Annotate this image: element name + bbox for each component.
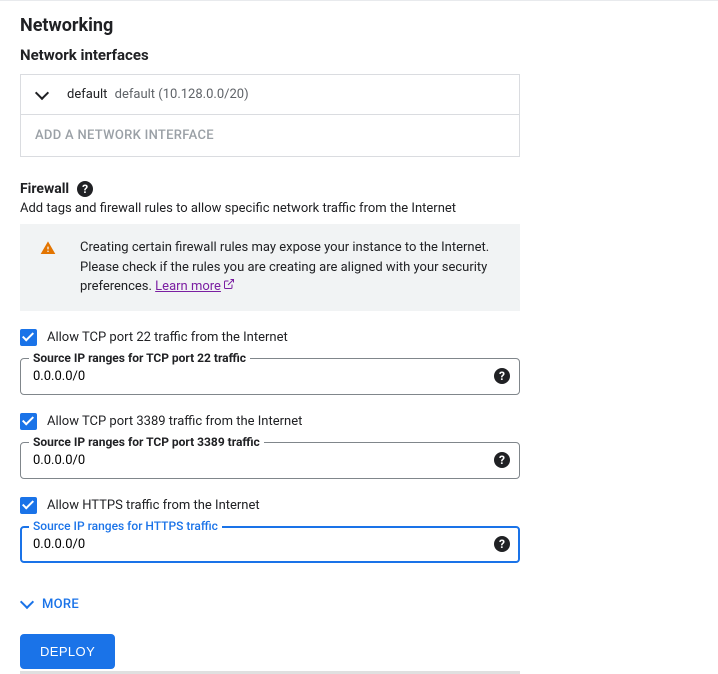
source-ip-https-label: Source IP ranges for HTTPS traffic	[29, 519, 222, 533]
interface-detail: default (10.128.0.0/20)	[115, 87, 249, 102]
firewall-heading: Firewall ?	[20, 181, 698, 197]
source-ip-tcp-3389-field: Source IP ranges for TCP port 3389 traff…	[20, 442, 520, 479]
help-icon[interactable]: ?	[494, 536, 510, 552]
interface-label: default default (10.128.0.0/20)	[67, 87, 249, 102]
warning-icon	[40, 238, 56, 297]
interface-name: default	[67, 87, 107, 102]
add-network-interface-button: ADD A NETWORK INTERFACE	[21, 114, 519, 156]
source-ip-tcp-22-field: Source IP ranges for TCP port 22 traffic…	[20, 358, 520, 395]
more-label: MORE	[42, 597, 79, 612]
network-interfaces-panel: default default (10.128.0.0/20) ADD A NE…	[20, 74, 520, 157]
allow-tcp-3389-checkbox-row[interactable]: Allow TCP port 3389 traffic from the Int…	[20, 413, 698, 430]
checkbox-checked-icon	[20, 413, 37, 430]
firewall-warning-banner: Creating certain firewall rules may expo…	[20, 224, 520, 311]
firewall-title-text: Firewall	[20, 181, 69, 197]
source-ip-tcp-22-label: Source IP ranges for TCP port 22 traffic	[29, 351, 250, 365]
allow-tcp-3389-label: Allow TCP port 3389 traffic from the Int…	[47, 414, 302, 429]
allow-https-checkbox-row[interactable]: Allow HTTPS traffic from the Internet	[20, 497, 698, 514]
help-icon[interactable]: ?	[494, 452, 510, 468]
page-title: Networking	[20, 15, 698, 36]
more-toggle[interactable]: MORE	[20, 597, 698, 612]
chevron-down-icon	[35, 88, 49, 102]
chevron-down-icon	[20, 597, 34, 611]
help-icon[interactable]: ?	[494, 368, 510, 384]
allow-https-label: Allow HTTPS traffic from the Internet	[47, 498, 260, 513]
network-interfaces-heading: Network interfaces	[20, 46, 698, 64]
allow-tcp-22-checkbox-row[interactable]: Allow TCP port 22 traffic from the Inter…	[20, 329, 698, 346]
firewall-subtext: Add tags and firewall rules to allow spe…	[20, 201, 520, 216]
checkbox-checked-icon	[20, 329, 37, 346]
warning-text: Creating certain firewall rules may expo…	[80, 238, 504, 297]
source-ip-tcp-3389-label: Source IP ranges for TCP port 3389 traff…	[29, 435, 264, 449]
external-link-icon	[223, 278, 235, 296]
learn-more-link[interactable]: Learn more	[155, 277, 235, 297]
checkbox-checked-icon	[20, 497, 37, 514]
deploy-button[interactable]: DEPLOY	[20, 634, 115, 669]
interface-row-default[interactable]: default default (10.128.0.0/20)	[21, 75, 519, 114]
allow-tcp-22-label: Allow TCP port 22 traffic from the Inter…	[47, 330, 288, 345]
help-icon[interactable]: ?	[77, 181, 93, 197]
source-ip-https-field: Source IP ranges for HTTPS traffic ?	[20, 526, 520, 563]
